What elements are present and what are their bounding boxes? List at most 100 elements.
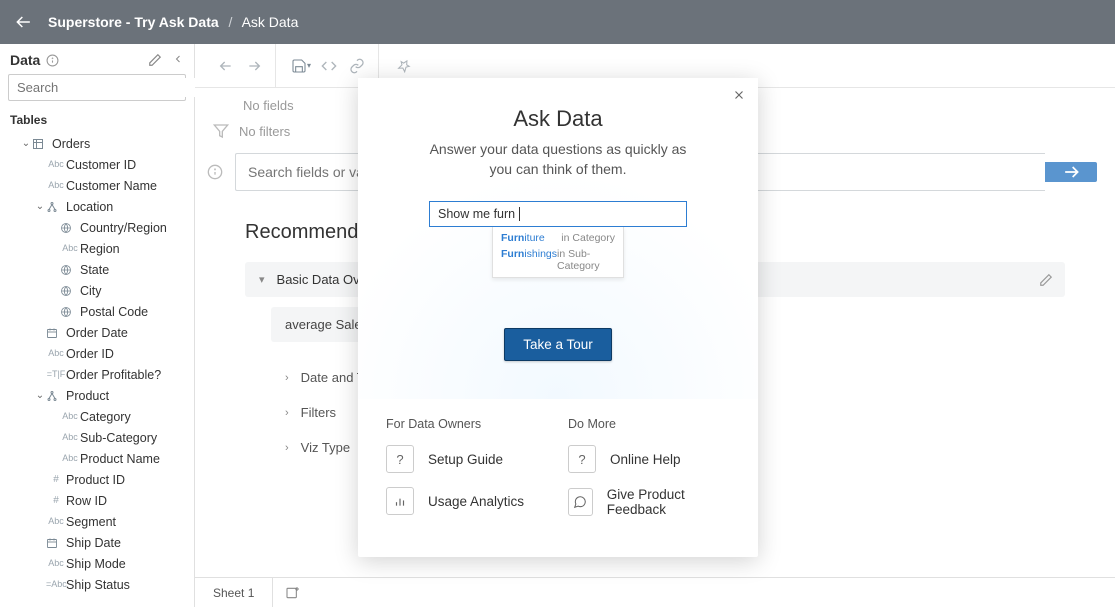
info-icon[interactable]	[207, 164, 227, 180]
modal-col1-title: For Data Owners	[386, 417, 548, 431]
filter-icon	[213, 123, 229, 139]
field-label: Location	[66, 200, 113, 214]
chevron-right-icon: ›	[285, 407, 289, 419]
help-icon: ?	[386, 445, 414, 473]
field-label: Customer Name	[66, 179, 157, 193]
tree-caret-icon: ⌄	[34, 201, 46, 212]
field-label: Sub-Category	[80, 431, 157, 445]
field-tree-item[interactable]: =AbcShip Status	[0, 574, 194, 595]
field-type-icon: Abc	[46, 558, 66, 569]
field-tree-item[interactable]: #Product ID	[0, 469, 194, 490]
field-label: Product ID	[66, 473, 125, 487]
embed-button[interactable]	[316, 53, 342, 79]
nav-back-button[interactable]	[213, 53, 239, 79]
field-tree-item[interactable]: Ship Date	[0, 532, 194, 553]
back-arrow-button[interactable]	[12, 10, 36, 34]
ask-data-intro-modal: Ask Data Answer your data questions as q…	[358, 78, 758, 557]
field-tree-item[interactable]: =T|FOrder Profitable?	[0, 364, 194, 385]
field-label: Ship Date	[66, 536, 121, 550]
field-tree-item[interactable]: AbcSub-Category	[0, 427, 194, 448]
field-label: Ship Status	[66, 578, 130, 592]
sheet-tab[interactable]: Sheet 1	[195, 578, 273, 607]
feedback-icon	[568, 488, 593, 516]
help-icon: ?	[568, 445, 596, 473]
field-type-icon	[46, 201, 66, 213]
field-tree: ⌄OrdersAbcCustomer IDAbcCustomer Name⌄Lo…	[0, 133, 194, 607]
field-label: Product Name	[80, 452, 160, 466]
field-tree-item[interactable]: AbcOrder ID	[0, 343, 194, 364]
field-label: Row ID	[66, 494, 107, 508]
field-label: City	[80, 284, 102, 298]
field-tree-item[interactable]: #Row ID	[0, 490, 194, 511]
field-tree-item[interactable]: City	[0, 280, 194, 301]
field-tree-item[interactable]: AbcProduct Name	[0, 448, 194, 469]
field-tree-item[interactable]: ⌄Orders	[0, 133, 194, 154]
field-tree-item[interactable]: ⌄Product	[0, 385, 194, 406]
field-type-icon: #	[46, 474, 66, 485]
edit-icon[interactable]	[148, 53, 162, 67]
field-label: Orders	[52, 137, 90, 151]
close-modal-button[interactable]	[732, 88, 746, 102]
field-type-icon	[60, 306, 80, 318]
pin-button[interactable]	[391, 53, 417, 79]
top-bar: Superstore - Try Ask Data / Ask Data	[0, 0, 1115, 44]
field-tree-item[interactable]: ⌄ Location	[0, 196, 194, 217]
sidebar-title: Data	[10, 52, 40, 68]
field-tree-item[interactable]: AbcCategory	[0, 406, 194, 427]
field-label: Segment	[66, 515, 116, 529]
add-sheet-button[interactable]	[273, 585, 313, 601]
field-type-icon: Abc	[60, 243, 80, 254]
demo-dropdown-illustration: Furniturein Category Furnishingsin Sub-C…	[492, 227, 624, 278]
field-type-icon: Abc	[46, 159, 66, 170]
sidebar-search[interactable]	[8, 74, 186, 101]
field-label: Country/Region	[80, 221, 167, 235]
field-type-icon	[46, 327, 66, 339]
setup-guide-link[interactable]: ? Setup Guide	[386, 445, 548, 473]
field-tree-item[interactable]: Postal Code	[0, 301, 194, 322]
field-type-icon	[60, 222, 80, 234]
field-tree-item[interactable]: AbcShip Mode	[0, 553, 194, 574]
submit-query-button[interactable]	[1045, 162, 1097, 182]
sidebar-search-input[interactable]	[15, 78, 195, 97]
field-type-icon: Abc	[46, 516, 66, 527]
field-type-icon: Abc	[46, 348, 66, 359]
nav-forward-button[interactable]	[241, 53, 267, 79]
save-button[interactable]: ▾	[288, 53, 314, 79]
field-label: Region	[80, 242, 120, 256]
link-button[interactable]	[344, 53, 370, 79]
field-type-icon	[46, 390, 66, 402]
chevron-right-icon: ›	[285, 442, 289, 454]
demo-search-illustration: Show me furn	[429, 201, 687, 227]
feedback-link[interactable]: Give Product Feedback	[568, 487, 730, 517]
field-tree-item[interactable]: AbcCustomer Name	[0, 175, 194, 196]
take-tour-button[interactable]: Take a Tour	[504, 328, 612, 361]
field-label: Order Date	[66, 326, 128, 340]
field-tree-item[interactable]: AbcCustomer ID	[0, 154, 194, 175]
modal-col2-title: Do More	[568, 417, 730, 431]
field-tree-item[interactable]: Order Date	[0, 322, 194, 343]
field-tree-item[interactable]: AbcRegion	[0, 238, 194, 259]
field-tree-item[interactable]: Country/Region	[0, 217, 194, 238]
field-type-icon	[60, 285, 80, 297]
field-label: Postal Code	[80, 305, 148, 319]
field-tree-item[interactable]: State	[0, 259, 194, 280]
tree-caret-icon: ⌄	[34, 390, 46, 401]
field-type-icon: Abc	[46, 180, 66, 191]
modal-subtitle: Answer your data questions as quickly as…	[428, 140, 688, 179]
field-type-icon	[46, 537, 66, 549]
field-tree-item[interactable]: AbcSegment	[0, 511, 194, 532]
analytics-icon	[386, 487, 414, 515]
field-type-icon: =T|F	[46, 369, 66, 380]
field-type-icon	[32, 138, 52, 150]
info-icon[interactable]	[46, 54, 59, 67]
usage-analytics-link[interactable]: Usage Analytics	[386, 487, 548, 515]
chevron-down-icon: ▾	[259, 273, 265, 286]
field-type-icon: #	[46, 495, 66, 506]
edit-icon[interactable]	[1039, 273, 1053, 287]
collapse-sidebar-icon[interactable]	[172, 53, 184, 65]
breadcrumb-parent[interactable]: Superstore - Try Ask Data	[48, 14, 219, 30]
tables-header: Tables	[0, 109, 194, 133]
online-help-link[interactable]: ? Online Help	[568, 445, 730, 473]
field-label: State	[80, 263, 109, 277]
chevron-right-icon: ›	[285, 372, 289, 384]
